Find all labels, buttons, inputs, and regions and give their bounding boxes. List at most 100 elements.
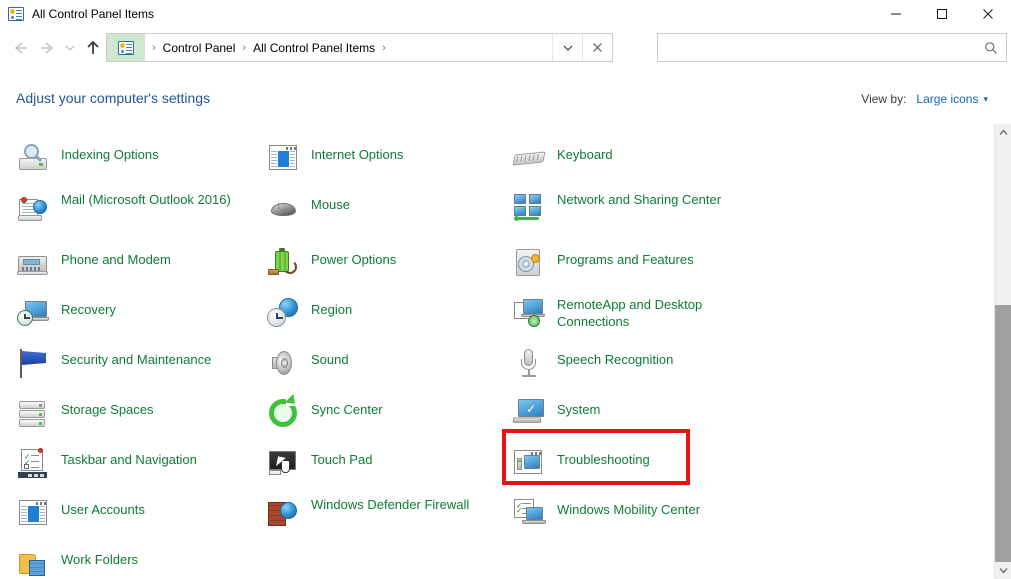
up-arrow-icon[interactable] [80, 33, 106, 63]
control-panel-item-windows-defender-firewall[interactable]: Windows Defender Firewall [266, 495, 502, 530]
search-icon[interactable] [976, 34, 1006, 61]
control-panel-item-label: Indexing Options [61, 146, 159, 163]
control-panel-item-system[interactable]: ✓ System [512, 395, 762, 430]
control-panel-item-region[interactable]: Region [266, 295, 502, 330]
items-grid: Indexing Options Mail (Microsoft Outlook… [0, 122, 996, 579]
breadcrumb-item-all-control-panel-items[interactable]: All Control Panel Items [253, 41, 375, 55]
control-panel-item-mail-microsoft-outlook-2016[interactable]: Mail (Microsoft Outlook 2016) [16, 190, 252, 225]
phone-and-modem-icon [16, 246, 50, 280]
troubleshooting-icon [512, 446, 546, 480]
control-panel-item-label: Phone and Modem [61, 251, 171, 268]
control-panel-item-label: Sync Center [311, 401, 383, 418]
close-button[interactable] [965, 0, 1011, 28]
remoteapp-and-desktop-connections-icon [512, 296, 546, 330]
address-refresh-close-icon[interactable] [582, 34, 612, 61]
control-panel-item-label: Touch Pad [311, 451, 372, 468]
control-panel-item-label: Security and Maintenance [61, 351, 211, 368]
control-panel-icon [118, 41, 134, 55]
sync-center-icon [266, 396, 300, 430]
control-panel-item-storage-spaces[interactable]: Storage Spaces [16, 395, 252, 430]
recovery-icon [16, 296, 50, 330]
recent-locations-chevron-down-icon[interactable] [60, 33, 80, 63]
address-bar[interactable]: › Control Panel › All Control Panel Item… [106, 33, 613, 62]
control-panel-item-programs-and-features[interactable]: Programs and Features [512, 245, 762, 280]
minimize-button[interactable] [873, 0, 919, 28]
control-panel-items-list: Indexing Options Mail (Microsoft Outlook… [0, 122, 996, 579]
work-folders-icon [16, 546, 50, 579]
security-and-maintenance-icon [16, 346, 50, 380]
mail-outlook-icon [16, 191, 50, 225]
control-panel-item-label: Power Options [311, 251, 396, 268]
system-icon: ✓ [512, 396, 546, 430]
view-by-value[interactable]: Large icons [916, 92, 978, 106]
breadcrumb-control-panel-icon[interactable] [107, 34, 145, 61]
mouse-icon [266, 191, 300, 225]
window-controls [873, 0, 1011, 28]
window-title: All Control Panel Items [32, 7, 154, 21]
control-panel-item-sound[interactable]: Sound [266, 345, 502, 380]
control-panel-item-power-options[interactable]: Power Options [266, 245, 502, 280]
breadcrumb-item-control-panel[interactable]: Control Panel [163, 41, 236, 55]
chevron-down-icon[interactable]: ▾ [983, 95, 988, 104]
power-options-icon [266, 246, 300, 280]
control-panel-item-keyboard[interactable]: Keyboard [512, 140, 762, 175]
control-panel-item-label: Mouse [311, 196, 350, 213]
forward-arrow-icon[interactable] [34, 33, 60, 63]
control-panel-item-label: System [557, 401, 600, 418]
address-dropdown-chevron-down-icon[interactable] [552, 34, 582, 61]
sound-icon [266, 346, 300, 380]
breadcrumb-separator: › [145, 42, 163, 54]
taskbar-and-navigation-icon: ✓ ✓ [16, 446, 50, 480]
vertical-scrollbar[interactable] [994, 124, 1011, 579]
control-panel-item-taskbar-and-navigation[interactable]: ✓ ✓ Taskbar and Navigation [16, 445, 252, 480]
programs-and-features-icon [512, 246, 546, 280]
storage-spaces-icon [16, 396, 50, 430]
control-panel-item-work-folders[interactable]: Work Folders [16, 545, 252, 579]
control-panel-item-recovery[interactable]: Recovery [16, 295, 252, 330]
control-panel-item-label: RemoteApp and Desktop Connections [557, 296, 762, 330]
control-panel-item-label: Windows Mobility Center [557, 501, 700, 518]
control-panel-item-label: Windows Defender Firewall [311, 496, 469, 513]
window-title-bar: All Control Panel Items [0, 0, 1011, 28]
search-box[interactable] [657, 33, 1007, 62]
control-panel-item-touch-pad[interactable]: Touch Pad [266, 445, 502, 480]
control-panel-item-windows-mobility-center[interactable]: ✓ ✓ Windows Mobility Center [512, 495, 762, 530]
control-panel-item-label: User Accounts [61, 501, 145, 518]
network-and-sharing-center-icon [512, 191, 546, 225]
back-arrow-icon[interactable] [8, 33, 34, 63]
page-title: Adjust your computer's settings [16, 90, 210, 106]
control-panel-item-label: Internet Options [311, 146, 404, 163]
control-panel-item-label: Recovery [61, 301, 116, 318]
speech-recognition-icon [512, 346, 546, 380]
control-panel-item-speech-recognition[interactable]: Speech Recognition [512, 345, 762, 380]
control-panel-item-remoteapp-and-desktop-connections[interactable]: RemoteApp and Desktop Connections [512, 295, 762, 330]
control-panel-item-mouse[interactable]: Mouse [266, 190, 502, 225]
control-panel-item-label: Region [311, 301, 352, 318]
control-panel-item-label: Programs and Features [557, 251, 694, 268]
scroll-up-arrow-icon[interactable] [995, 124, 1011, 141]
control-panel-item-label: Storage Spaces [61, 401, 154, 418]
control-panel-item-phone-and-modem[interactable]: Phone and Modem [16, 245, 252, 280]
breadcrumb-trailing-separator[interactable]: › [375, 42, 393, 54]
control-panel-item-internet-options[interactable]: Internet Options [266, 140, 502, 175]
scrollbar-thumb[interactable] [995, 305, 1011, 562]
view-by-control[interactable]: View by: Large icons ▾ [861, 92, 988, 106]
content-header: Adjust your computer's settings View by:… [0, 80, 1011, 122]
control-panel-item-indexing-options[interactable]: Indexing Options [16, 140, 252, 175]
scroll-down-arrow-icon[interactable] [995, 562, 1011, 579]
breadcrumb-separator: › [235, 42, 253, 54]
user-accounts-icon [16, 496, 50, 530]
control-panel-item-label: Speech Recognition [557, 351, 673, 368]
control-panel-item-label: Mail (Microsoft Outlook 2016) [61, 191, 231, 208]
region-icon [266, 296, 300, 330]
control-panel-item-user-accounts[interactable]: User Accounts [16, 495, 252, 530]
control-panel-item-security-and-maintenance[interactable]: Security and Maintenance [16, 345, 252, 380]
control-panel-item-network-and-sharing-center[interactable]: Network and Sharing Center [512, 190, 762, 225]
keyboard-icon [512, 141, 546, 175]
search-input[interactable] [658, 34, 976, 61]
control-panel-item-sync-center[interactable]: Sync Center [266, 395, 502, 430]
windows-defender-firewall-icon [266, 496, 300, 530]
maximize-button[interactable] [919, 0, 965, 28]
control-panel-item-troubleshooting[interactable]: Troubleshooting [512, 445, 762, 480]
address-bar-buttons [552, 34, 612, 61]
